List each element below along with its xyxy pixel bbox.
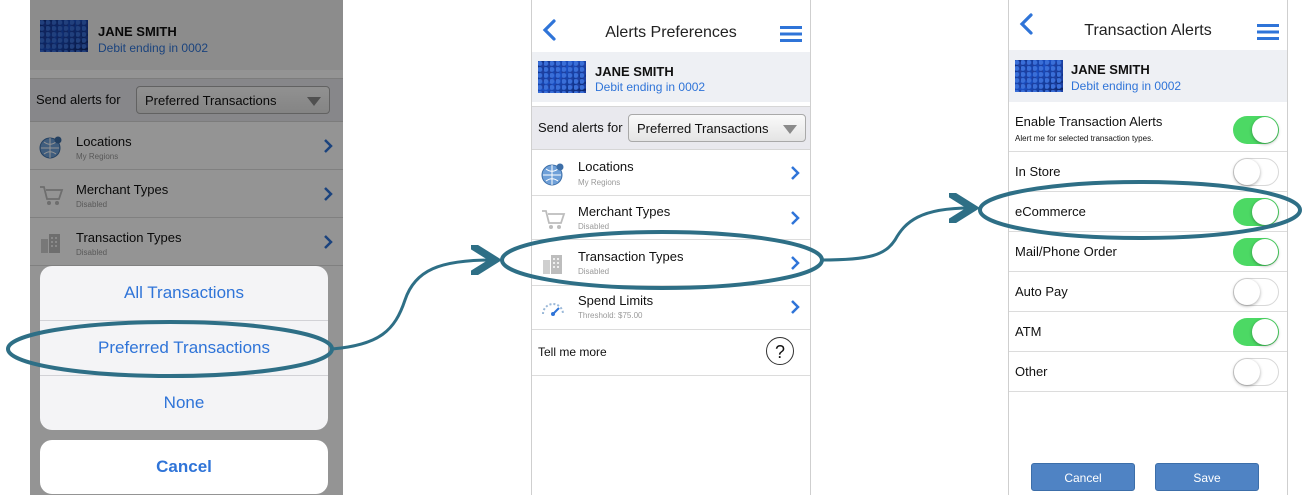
atm-label: ATM (1015, 324, 1042, 339)
chevron-right-icon (791, 256, 800, 270)
screen-transaction-alerts: Transaction Alerts JANE SMITH Debit endi… (1008, 0, 1288, 495)
shopping-cart-icon (542, 210, 566, 229)
connector-arrow-1 (331, 260, 492, 351)
save-button[interactable]: Save (1155, 463, 1259, 491)
list-item-locations[interactable]: Locations My Regions (532, 150, 810, 196)
enable-alerts-sub: Alert me for selected transaction types. (1015, 134, 1154, 143)
card-account: Debit ending in 0002 (595, 80, 706, 94)
tell-me-more-label: Tell me more (538, 345, 607, 359)
enable-alerts-label: Enable Transaction Alerts (1015, 114, 1163, 129)
action-sheet-cancel-button[interactable]: Cancel (40, 440, 328, 494)
globe-pin-icon (541, 163, 564, 186)
toggle-row-other: Other (1009, 352, 1287, 392)
send-alerts-row: Send alerts for Preferred Transactions (532, 106, 810, 150)
card-holder-name: JANE SMITH (1071, 62, 1150, 77)
page-title: Alerts Preferences (605, 24, 737, 41)
toggle-row-in-store: In Store (1009, 152, 1287, 192)
card-account: Debit ending in 0002 (1071, 79, 1182, 93)
toggle-row-auto-pay: Auto Pay (1009, 272, 1287, 312)
ecommerce-label: eCommerce (1015, 204, 1086, 219)
in-store-label: In Store (1015, 164, 1061, 179)
send-alerts-selected: Preferred Transactions (637, 121, 769, 136)
enable-transaction-alerts-row: Enable Transaction Alerts Alert me for s… (1009, 106, 1287, 152)
toggle-atm[interactable] (1233, 318, 1279, 346)
send-alerts-label: Send alerts for (538, 120, 623, 135)
merchant-types-title: Merchant Types (578, 204, 671, 219)
spend-limits-subtitle: Threshold: $75.00 (578, 311, 643, 320)
hamburger-menu-icon[interactable] (1257, 24, 1279, 40)
chevron-right-icon (791, 300, 800, 314)
transaction-filter-action-sheet: All Transactions Preferred Transactions … (40, 266, 328, 430)
connector-arrow-2 (821, 208, 970, 262)
chevron-right-icon (791, 211, 800, 225)
nav-bar: Transaction Alerts (1009, 0, 1287, 50)
other-label: Other (1015, 364, 1048, 379)
toggle-auto-pay[interactable] (1233, 278, 1279, 306)
gauge-icon (542, 303, 564, 316)
send-alerts-select[interactable]: Preferred Transactions (628, 114, 806, 142)
locations-title: Locations (578, 159, 634, 174)
card-header: JANE SMITH Debit ending in 0002 (532, 52, 810, 102)
hamburger-menu-icon[interactable] (780, 26, 802, 42)
chevron-right-icon (791, 166, 800, 180)
card-holder-name: JANE SMITH (595, 64, 674, 79)
auto-pay-label: Auto Pay (1015, 284, 1068, 299)
toggle-mail-phone-order[interactable] (1233, 238, 1279, 266)
dropdown-arrow-icon (783, 125, 797, 134)
transaction-types-subtitle: Disabled (578, 267, 610, 276)
locations-subtitle: My Regions (578, 178, 621, 187)
option-none[interactable]: None (40, 376, 328, 430)
list-item-transaction-types[interactable]: Transaction Types Disabled (532, 240, 810, 286)
page-title: Transaction Alerts (1084, 22, 1212, 39)
spend-limits-title: Spend Limits (578, 293, 654, 308)
card-header: JANE SMITH Debit ending in 0002 (1009, 50, 1287, 102)
option-preferred-transactions[interactable]: Preferred Transactions (40, 321, 328, 376)
transaction-types-title: Transaction Types (578, 249, 684, 264)
toggle-row-ecommerce: eCommerce (1009, 192, 1287, 232)
toggle-in-store[interactable] (1233, 158, 1279, 186)
mail-phone-order-label: Mail/Phone Order (1015, 244, 1117, 259)
card-image (538, 61, 586, 93)
toggle-other[interactable] (1233, 358, 1279, 386)
help-question-icon[interactable]: ? (766, 337, 794, 365)
toggle-row-atm: ATM (1009, 312, 1287, 352)
card-image (1015, 60, 1063, 92)
cancel-button[interactable]: Cancel (1031, 463, 1135, 491)
screen-send-alerts-picker: JANE SMITH Debit ending in 0002 Send ale… (30, 0, 343, 495)
screen-alerts-preferences: Alerts Preferences JANE SMITH Debit endi… (531, 0, 811, 495)
list-item-spend-limits[interactable]: Spend Limits Threshold: $75.00 (532, 286, 810, 330)
toggle-enable-transaction-alerts[interactable] (1233, 116, 1279, 144)
list-item-merchant-types[interactable]: Merchant Types Disabled (532, 196, 810, 240)
toggle-ecommerce[interactable] (1233, 198, 1279, 226)
building-icon (543, 255, 562, 274)
merchant-types-subtitle: Disabled (578, 222, 610, 231)
tell-me-more-row[interactable]: Tell me more ? (532, 330, 810, 376)
toggle-row-mail-phone-order: Mail/Phone Order (1009, 232, 1287, 272)
option-all-transactions[interactable]: All Transactions (40, 266, 328, 321)
